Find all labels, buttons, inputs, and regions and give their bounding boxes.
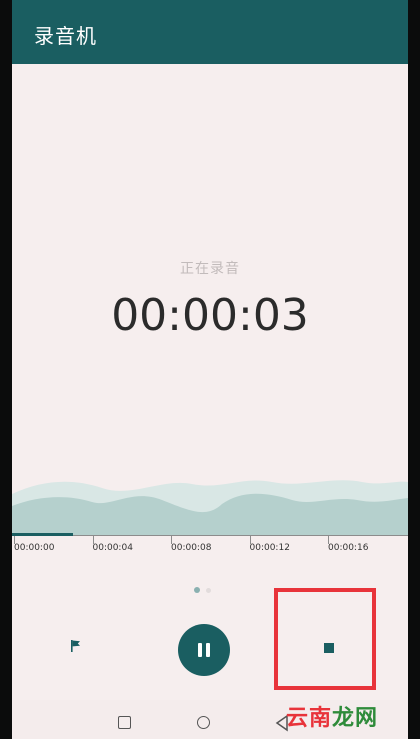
pause-icon xyxy=(198,643,202,657)
timeline-progress xyxy=(12,533,73,536)
page-dot xyxy=(206,588,211,593)
elapsed-timer: 00:00:03 xyxy=(111,290,309,341)
highlight-box xyxy=(274,588,376,690)
app-title: 录音机 xyxy=(34,24,97,48)
page-dot-active xyxy=(194,587,200,593)
waveform xyxy=(12,480,408,536)
watermark-logo: 云南龙网 xyxy=(286,700,378,732)
timeline-tick-label: 00:00:00 xyxy=(14,543,55,553)
timeline-tick-label: 00:00:12 xyxy=(249,543,290,553)
recording-status: 正在录音 xyxy=(180,261,240,277)
timeline-tick-label: 00:00:16 xyxy=(328,543,369,553)
flag-button[interactable] xyxy=(64,634,88,658)
app-bar: 录音机 xyxy=(12,0,408,64)
recent-apps-icon[interactable] xyxy=(118,716,131,729)
timeline-tick-label: 00:00:08 xyxy=(171,543,212,553)
timeline-tick-label: 00:00:04 xyxy=(92,543,133,553)
pause-icon-bar xyxy=(206,643,210,657)
page-indicator xyxy=(194,587,224,595)
pause-button[interactable] xyxy=(178,624,230,676)
recorder-screen: 录音机 正在录音 00:00:03 00:00:00 00:00:04 00:00:… xyxy=(12,0,408,739)
watermark-part1: 云南 xyxy=(286,705,333,731)
watermark-part2: 龙网 xyxy=(332,705,379,731)
flag-icon xyxy=(71,640,80,652)
home-icon[interactable] xyxy=(197,716,210,729)
